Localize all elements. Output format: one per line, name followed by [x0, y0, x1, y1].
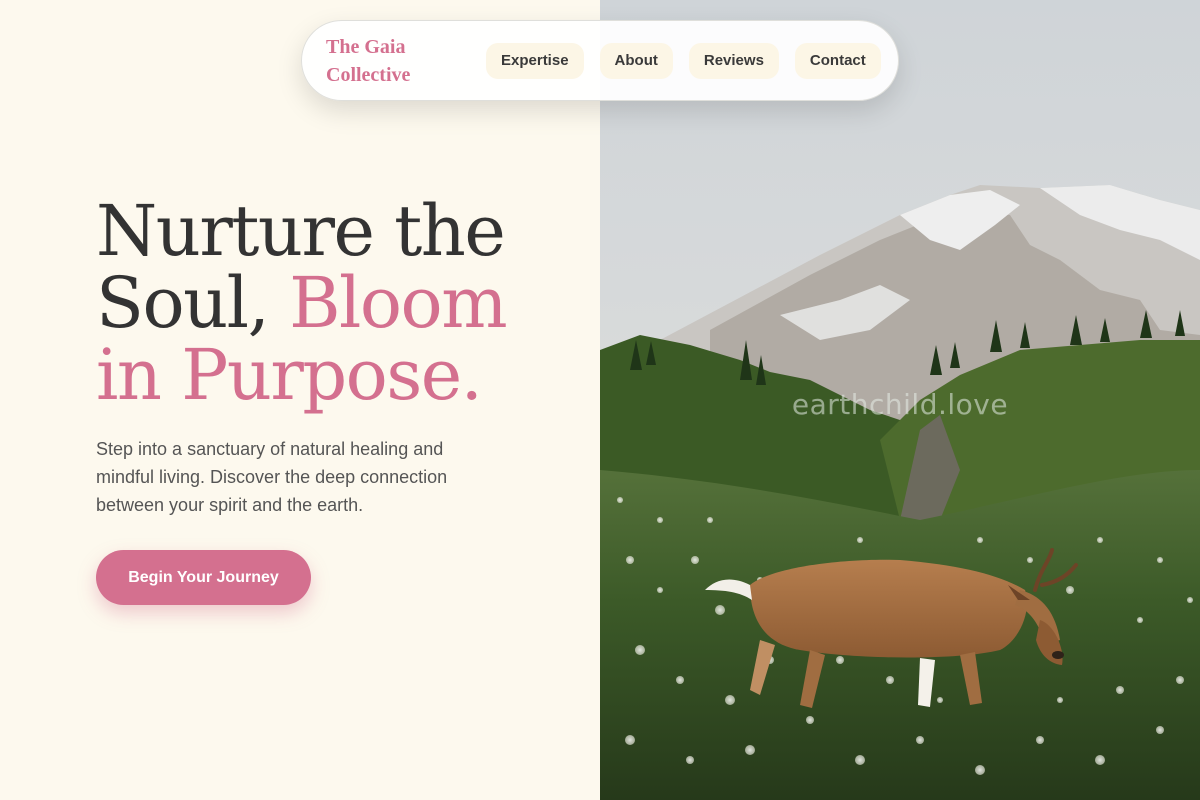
nav-links: Expertise About Reviews Contact	[486, 43, 881, 79]
hero-headline: Nurture the Soul, Bloom in Purpose.	[96, 195, 576, 411]
nav-link-expertise[interactable]: Expertise	[486, 43, 584, 79]
nav-link-reviews[interactable]: Reviews	[688, 43, 779, 79]
top-navigation: The Gaia Collective Expertise About Revi…	[301, 20, 899, 101]
hero-image: earthchild.love	[600, 0, 1200, 800]
hero-section: Nurture the Soul, Bloom in Purpose. Step…	[96, 195, 576, 519]
hero-subtext: Step into a sanctuary of natural healing…	[96, 439, 448, 515]
nav-link-about[interactable]: About	[599, 43, 673, 79]
begin-journey-button[interactable]: Begin Your Journey	[96, 550, 311, 605]
image-watermark: earthchild.love	[791, 388, 1009, 421]
brand-logo[interactable]: The Gaia Collective	[326, 33, 446, 89]
nav-link-contact[interactable]: Contact	[794, 43, 881, 79]
